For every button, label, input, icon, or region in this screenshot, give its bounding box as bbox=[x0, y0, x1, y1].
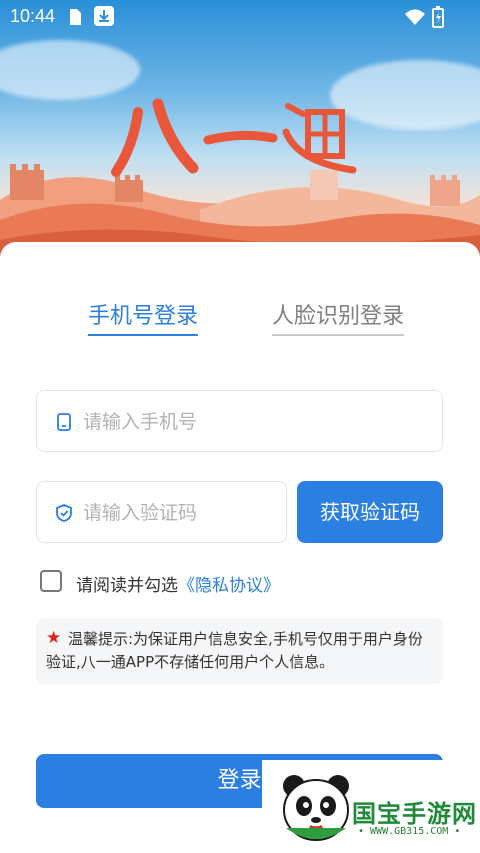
tip-text: 温馨提示:为保证用户信息安全,手机号仅用于用户身份验证,八一通APP不存储任何用… bbox=[46, 630, 423, 671]
tab-active-indicator bbox=[88, 334, 198, 336]
agreement-label: 请阅读并勾选 bbox=[76, 576, 178, 596]
shield-check-icon bbox=[56, 504, 72, 522]
panda-logo-icon bbox=[283, 775, 349, 841]
watermark: 国宝手游网 • WWW.GB315.COM • bbox=[262, 760, 480, 853]
cloud-decoration bbox=[0, 40, 140, 100]
battery-charging-icon bbox=[432, 6, 444, 28]
agreement-text: 请阅读并勾选《隐私协议》 bbox=[76, 571, 280, 596]
get-code-button[interactable]: 获取验证码 bbox=[297, 481, 443, 543]
code-field bbox=[36, 481, 287, 543]
watermark-url: • WWW.GB315.COM • bbox=[358, 826, 461, 837]
tip-box: ★ 温馨提示:为保证用户信息安全,手机号仅用于用户身份验证,八一通APP不存储任… bbox=[36, 618, 443, 684]
tab-face-login[interactable]: 人脸识别登录 bbox=[272, 298, 404, 330]
phone-icon bbox=[57, 413, 71, 431]
watermark-name: 国宝手游网 bbox=[352, 800, 477, 828]
privacy-policy-link[interactable]: 《隐私协议》 bbox=[178, 576, 280, 596]
tab-phone-login[interactable]: 手机号登录 bbox=[88, 298, 198, 330]
phone-input[interactable] bbox=[83, 405, 273, 439]
phone-field bbox=[36, 390, 443, 452]
app-logo bbox=[111, 98, 357, 177]
status-time: 10:44 bbox=[10, 6, 56, 26]
agreement-checkbox[interactable] bbox=[40, 570, 62, 592]
status-bar: 10:44 bbox=[0, 0, 480, 34]
tab-inactive-indicator bbox=[272, 334, 404, 336]
download-icon bbox=[94, 6, 114, 26]
sim-card-icon bbox=[70, 9, 81, 25]
code-input[interactable] bbox=[83, 496, 273, 530]
header-banner: 10:44 bbox=[0, 0, 480, 260]
wifi-icon bbox=[405, 9, 425, 25]
